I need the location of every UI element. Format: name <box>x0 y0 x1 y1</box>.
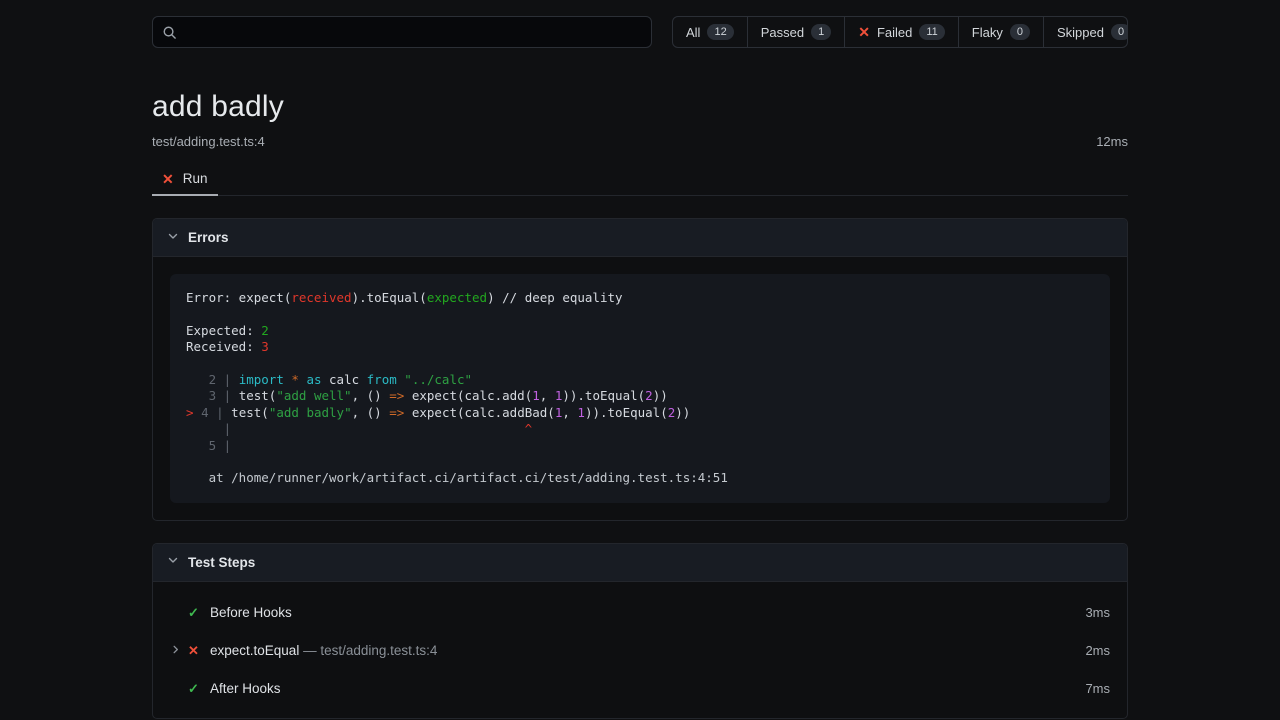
expected-line: Expected: 2 <box>186 323 269 338</box>
main-content: add badly test/adding.test.ts:4 12ms ✕ R… <box>0 90 1280 719</box>
check-icon: ✓ <box>188 605 210 621</box>
error-caret: ^ <box>525 421 533 436</box>
test-step-separator: — <box>303 643 317 658</box>
test-step-duration: 3ms <box>1085 605 1110 620</box>
error-message-line: Error: expect(received).toEqual(expected… <box>186 290 623 305</box>
code-line-5-number: 5 <box>209 438 217 453</box>
test-steps-panel: Test Steps ✓ Before Hooks 3ms ✕ <box>152 543 1128 719</box>
received-line: Received: 3 <box>186 339 269 354</box>
chevron-down-icon <box>167 229 179 247</box>
filter-skipped-count: 0 <box>1111 24 1128 40</box>
error-msg-pre: Error: expect( <box>186 290 291 305</box>
expected-label: Expected: <box>186 323 261 338</box>
filter-failed-label: Failed <box>877 25 912 40</box>
filter-flaky-count: 0 <box>1010 24 1030 40</box>
code-line-4-number: 4 <box>201 405 209 420</box>
errors-panel-body: Error: expect(received).toEqual(expected… <box>153 257 1127 520</box>
caret-line: | ^ <box>186 421 532 436</box>
search-input[interactable] <box>177 17 642 47</box>
code-line-3-number: 3 <box>209 388 217 403</box>
test-filepath: test/adding.test.ts:4 <box>152 134 265 149</box>
filter-flaky[interactable]: Flaky 0 <box>959 17 1044 47</box>
expected-value: 2 <box>261 323 269 338</box>
test-step-label: After Hooks <box>210 681 1085 696</box>
test-step-duration: 2ms <box>1085 643 1110 658</box>
filter-all[interactable]: All 12 <box>673 17 748 47</box>
filter-flaky-label: Flaky <box>972 25 1003 40</box>
filter-skipped[interactable]: Skipped 0 <box>1044 17 1128 47</box>
filter-all-count: 12 <box>707 24 733 40</box>
errors-panel-title: Errors <box>188 230 229 245</box>
test-report-page: All 12 Passed 1 ✕ Failed 11 Flaky 0 Skip… <box>0 0 1280 720</box>
errors-panel: Errors Error: expect(received).toEqual(e… <box>152 218 1128 521</box>
test-duration: 12ms <box>1096 134 1128 149</box>
test-steps-panel-title: Test Steps <box>188 555 255 570</box>
toolbar: All 12 Passed 1 ✕ Failed 11 Flaky 0 Skip… <box>0 0 1280 48</box>
tab-run-label: Run <box>183 171 208 186</box>
error-stack-trace: at /home/runner/work/artifact.ci/artifac… <box>186 470 728 485</box>
page-title: add badly <box>152 90 1128 124</box>
received-label: Received: <box>186 339 261 354</box>
test-step-row[interactable]: ✓ Before Hooks 3ms <box>153 594 1127 632</box>
error-stack-text: at /home/runner/work/artifact.ci/artifac… <box>209 470 728 485</box>
tab-run[interactable]: ✕ Run <box>152 171 218 195</box>
errors-panel-header[interactable]: Errors <box>153 219 1127 257</box>
code-line-4: > 4 | test("add badly", () => expect(cal… <box>186 405 690 420</box>
test-meta-row: test/adding.test.ts:4 12ms <box>152 134 1128 149</box>
error-msg-expected: expected <box>427 290 487 305</box>
code-line-2: 2 | import * as calc from "../calc" <box>186 372 472 387</box>
search-icon <box>162 25 177 40</box>
error-msg-post: ) // deep equality <box>487 290 622 305</box>
x-icon: ✕ <box>162 172 174 186</box>
filter-failed[interactable]: ✕ Failed 11 <box>845 17 959 47</box>
filter-all-label: All <box>686 25 700 40</box>
x-icon: ✕ <box>858 25 870 39</box>
error-code-block: Error: expect(received).toEqual(expected… <box>170 274 1110 503</box>
received-value: 3 <box>261 339 269 354</box>
test-step-label: expect.toEqual <box>210 643 299 658</box>
filter-skipped-label: Skipped <box>1057 25 1104 40</box>
code-line-3: 3 | test("add well", () => expect(calc.a… <box>186 388 668 403</box>
test-step-label-group: expect.toEqual — test/adding.test.ts:4 <box>210 643 1085 658</box>
filter-passed-count: 1 <box>811 24 831 40</box>
filter-passed[interactable]: Passed 1 <box>748 17 846 47</box>
test-step-label: Before Hooks <box>210 605 1085 620</box>
code-line-2-number: 2 <box>209 372 217 387</box>
x-icon: ✕ <box>188 643 210 659</box>
code-line-5: 5 | <box>186 438 239 453</box>
search-box[interactable] <box>152 16 652 48</box>
filter-failed-count: 11 <box>919 24 944 40</box>
test-steps-list: ✓ Before Hooks 3ms ✕ expect.toEqual — te… <box>153 582 1127 718</box>
tab-bar: ✕ Run <box>152 171 1128 196</box>
filter-passed-label: Passed <box>761 25 804 40</box>
error-line-marker: > <box>186 405 194 420</box>
status-filter-group: All 12 Passed 1 ✕ Failed 11 Flaky 0 Skip… <box>672 16 1128 48</box>
test-step-row[interactable]: ✕ expect.toEqual — test/adding.test.ts:4… <box>153 632 1127 670</box>
test-steps-panel-header[interactable]: Test Steps <box>153 544 1127 582</box>
error-msg-received: received <box>291 290 351 305</box>
test-step-duration: 7ms <box>1085 681 1110 696</box>
test-step-row[interactable]: ✓ After Hooks 7ms <box>153 670 1127 708</box>
chevron-right-icon[interactable] <box>170 643 188 658</box>
chevron-down-icon <box>167 553 179 571</box>
error-msg-mid: ).toEqual( <box>352 290 427 305</box>
check-icon: ✓ <box>188 681 210 697</box>
test-step-location: test/adding.test.ts:4 <box>320 643 437 658</box>
